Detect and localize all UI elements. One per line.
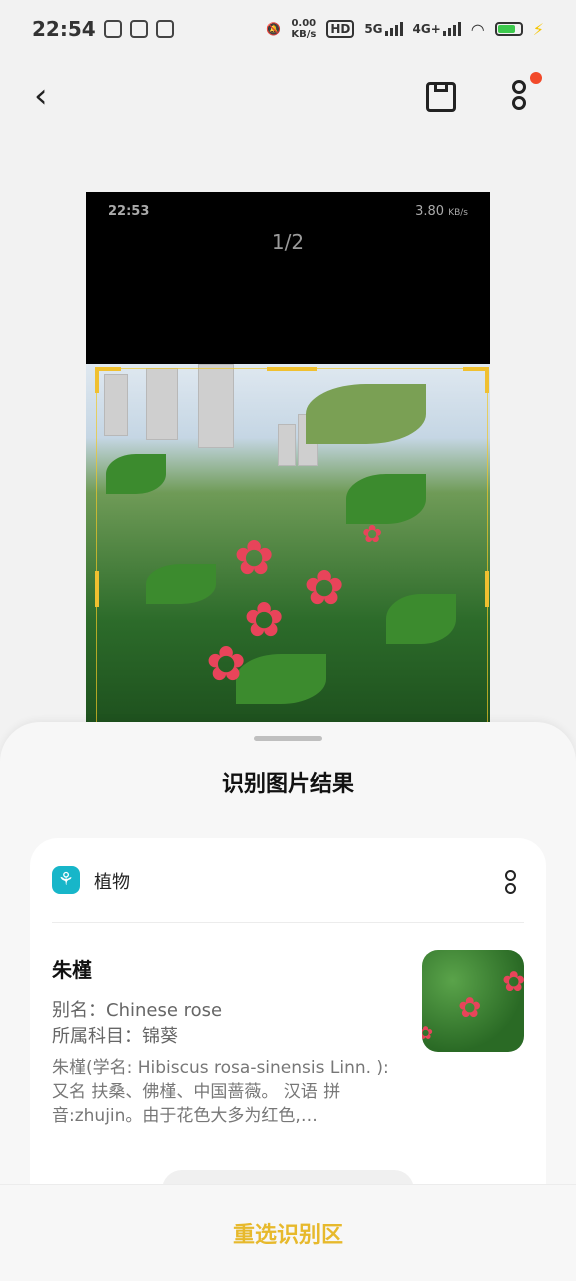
mute-icon: 🔕 — [266, 22, 282, 36]
crop-handle-mid-right[interactable] — [463, 571, 489, 607]
signal-5g-label: 5G — [364, 22, 383, 36]
reselect-area-button[interactable]: 重选识别区 — [0, 1217, 576, 1249]
plant-name: 朱槿 — [52, 958, 92, 982]
net-speed-value: 0.00 — [291, 18, 317, 29]
net-speed: 0.00 KB/s — [291, 18, 316, 40]
signal-4g-label: 4G+ — [412, 22, 441, 36]
save-icon[interactable] — [426, 82, 456, 112]
crop-frame[interactable] — [95, 367, 489, 724]
divider — [52, 922, 524, 923]
wifi-icon: ◠ — [470, 19, 485, 39]
page-indicator: 1/2 — [271, 230, 305, 254]
charging-icon: ⚡ — [532, 19, 544, 39]
plant-thumbnail[interactable]: ✿ ✿ ✿ — [422, 950, 524, 1052]
status-left: 22:54 — [32, 17, 174, 41]
wechat-icon — [129, 20, 148, 38]
plant-description: 朱槿(学名: Hibiscus rosa-sinensis Linn. ):又名… — [52, 1058, 389, 1126]
crop-handle-mid-left[interactable] — [95, 571, 121, 607]
preview-speed-unit: KB/s — [448, 208, 468, 218]
alias-line: 别名：Chinese rose — [52, 1000, 223, 1021]
battery-icon — [494, 22, 523, 36]
back-icon[interactable]: ‹ — [34, 78, 48, 114]
preview-speed: 3.80 — [415, 204, 445, 219]
crop-handle-top-right[interactable] — [463, 367, 489, 393]
signal-5g: 5G — [364, 22, 403, 36]
preview-status-bar: 22:53 3.80 KB/s — [108, 204, 468, 219]
hd-icon: HD — [326, 20, 355, 38]
bottom-action-bar: 重选识别区 — [0, 1184, 576, 1281]
signal-bars-icon — [384, 22, 403, 36]
signal-4g: 4G+ — [413, 22, 461, 36]
family-line: 所属科目：锦葵 — [52, 1026, 178, 1047]
notification-dot — [530, 72, 542, 84]
category-label: 植物 — [94, 872, 130, 893]
status-time: 22:54 — [32, 17, 96, 41]
crop-handle-top-mid[interactable] — [267, 367, 317, 393]
signal-bars-icon — [442, 22, 461, 36]
crop-handle-top-left[interactable] — [95, 367, 121, 393]
status-right: 🔕 0.00 KB/s HD 5G 4G+ ◠ ⚡ — [266, 18, 544, 40]
app-notification-icon — [103, 20, 122, 38]
sheet-drag-handle[interactable] — [254, 736, 322, 741]
top-toolbar: ‹ — [0, 64, 576, 128]
preview-time: 22:53 — [108, 204, 150, 219]
result-card[interactable]: ⚘ 植物 朱槿 别名：Chinese rose 所属科目：锦葵 朱槿(学名: H… — [30, 838, 546, 1218]
sheet-title: 识别图片结果 — [221, 772, 354, 797]
card-more-icon[interactable] — [504, 870, 516, 894]
preview-status-right: 3.80 KB/s — [415, 204, 468, 219]
alipay-icon — [155, 20, 174, 38]
more-icon[interactable] — [508, 72, 542, 114]
status-bar: 22:54 🔕 0.00 KB/s HD 5G 4G+ ◠ ⚡ — [0, 0, 576, 58]
net-speed-unit: KB/s — [291, 29, 317, 40]
plant-icon: ⚘ — [52, 866, 80, 894]
